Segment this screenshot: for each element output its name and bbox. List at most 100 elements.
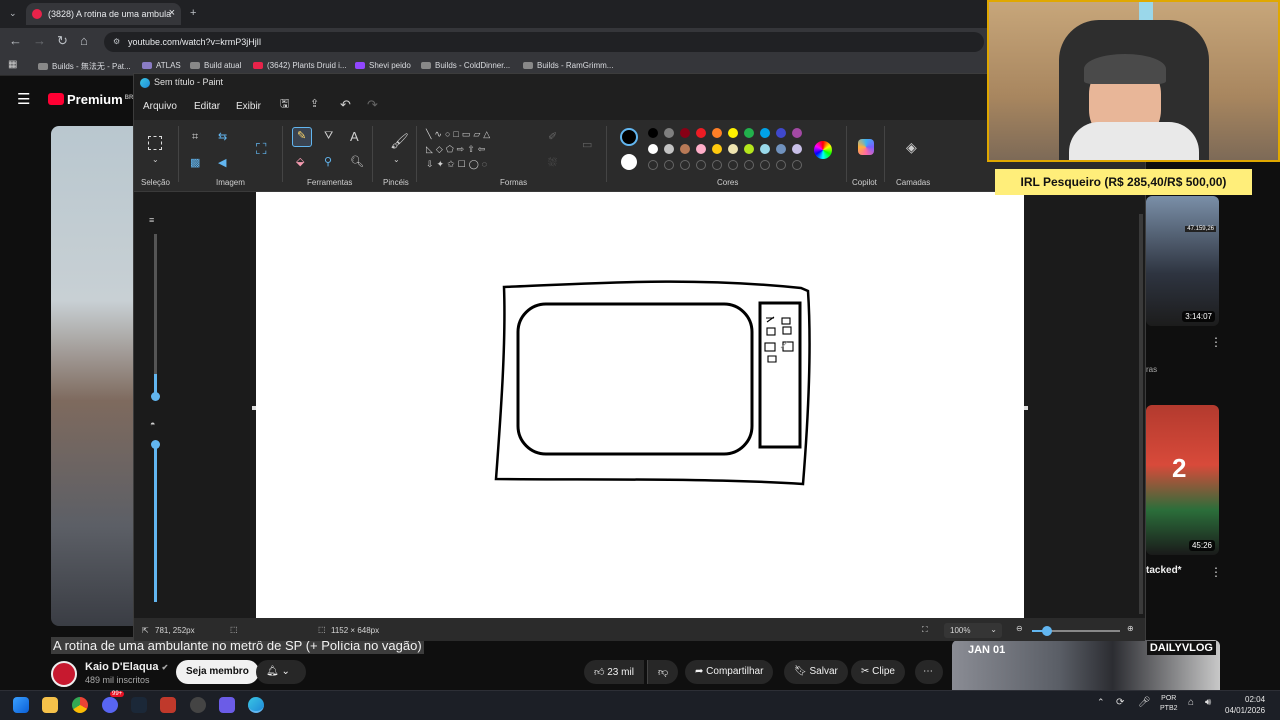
recommended-thumbnail[interactable]: 47.159,26 3:14:07 <box>1146 196 1219 326</box>
chrome-icon[interactable] <box>72 697 88 713</box>
color-swatch[interactable] <box>760 144 770 154</box>
discord-icon[interactable]: 99+ <box>102 691 125 713</box>
youtube-premium-logo[interactable]: Premium BR <box>48 92 133 107</box>
color-swatch[interactable] <box>648 128 658 138</box>
crop-icon[interactable]: ⌗ <box>192 132 198 143</box>
color-swatch[interactable] <box>712 128 722 138</box>
custom-color-slot[interactable] <box>648 160 658 170</box>
custom-color-slot[interactable] <box>728 160 738 170</box>
zoom-out-icon[interactable]: ⊖ <box>1016 624 1023 633</box>
share-icon[interactable]: ⇪ <box>310 99 319 110</box>
zoom-in-icon[interactable]: ⊕ <box>1127 624 1134 633</box>
tab-list-icon[interactable]: ⌄ <box>9 9 17 18</box>
color-swatch[interactable] <box>792 144 802 154</box>
layers-icon[interactable]: ◈ <box>906 140 917 154</box>
shapes-gallery[interactable]: ╲∿○□▭▱△ ◺◇⬠⇨⇧⇦ ⇩✦✩☐◯◌ <box>426 127 532 177</box>
obs-icon[interactable] <box>190 697 206 713</box>
more-options-icon[interactable]: ⋮ <box>1210 336 1222 348</box>
edit-colors-icon[interactable] <box>814 141 832 159</box>
color-swatch[interactable] <box>760 128 770 138</box>
color-swatch[interactable] <box>712 144 722 154</box>
color-swatch[interactable] <box>776 144 786 154</box>
reload-icon[interactable]: ↻ <box>57 33 68 49</box>
browser-tab[interactable]: (3828) A rotina de uma ambula × <box>26 3 181 25</box>
fill-style-icon[interactable]: ⛆ <box>548 158 557 169</box>
color-swatch[interactable] <box>696 128 706 138</box>
color-swatch[interactable] <box>728 128 738 138</box>
color-swatch[interactable] <box>728 144 738 154</box>
notification-bell-button[interactable]: 🔔︎ ⌄ <box>256 660 306 684</box>
like-button[interactable]: 👍︎ 23 mil <box>584 660 644 684</box>
opacity-slider-thumb[interactable] <box>151 440 160 449</box>
omnibox[interactable]: ⚙ youtube.com/watch?v=krmP3jHjlI <box>104 32 984 52</box>
brush-icon[interactable]: 🖌︎ <box>390 134 409 149</box>
color-swatch[interactable] <box>680 128 690 138</box>
selection-tool-icon[interactable] <box>148 136 162 150</box>
steam-icon[interactable] <box>131 697 147 713</box>
channel-avatar[interactable] <box>51 661 77 687</box>
color-swatch[interactable] <box>680 144 690 154</box>
new-tab-icon[interactable]: + <box>190 8 196 19</box>
fit-to-window-icon[interactable]: ⛶ <box>922 625 928 635</box>
undo-icon[interactable]: ↶ <box>340 98 351 111</box>
size-slider-track[interactable] <box>154 234 157 394</box>
custom-color-slot[interactable] <box>792 160 802 170</box>
outline-icon[interactable]: ✐ <box>548 132 557 143</box>
video-player[interactable] <box>51 126 133 626</box>
bookmark-item[interactable]: Build atual <box>190 61 241 70</box>
color-swatch[interactable] <box>664 144 674 154</box>
sync-icon[interactable]: ⟳ <box>1116 698 1124 708</box>
size-slider-thumb[interactable] <box>151 392 160 401</box>
back-icon[interactable]: ← <box>9 33 22 48</box>
zoom-dropdown[interactable]: 100% ⌄ <box>944 623 1002 638</box>
opacity-slider-track[interactable] <box>154 444 157 602</box>
custom-color-slot[interactable] <box>760 160 770 170</box>
forward-icon[interactable]: → <box>33 33 46 48</box>
custom-color-slot[interactable] <box>776 160 786 170</box>
paint-taskbar-icon[interactable] <box>248 697 264 713</box>
rotate-icon[interactable]: ◀ <box>218 158 226 169</box>
clip-button[interactable]: ✂ Clipe <box>851 660 905 684</box>
color-swatch[interactable] <box>696 144 706 154</box>
menu-exibir[interactable]: Exibir <box>236 101 261 112</box>
color-swatch[interactable] <box>664 128 674 138</box>
close-tab-icon[interactable]: × <box>169 7 175 19</box>
menu-hamburger-icon[interactable]: ☰ <box>17 92 30 107</box>
network-icon[interactable]: ⌂ <box>1188 698 1194 708</box>
custom-color-slot[interactable] <box>712 160 722 170</box>
copilot-icon[interactable] <box>858 139 874 155</box>
eraser-icon[interactable]: ⬙ <box>296 157 304 168</box>
redo-icon[interactable]: ↷ <box>367 98 378 111</box>
input-language[interactable]: POR PTB2 <box>1160 694 1178 714</box>
menu-editar[interactable]: Editar <box>194 101 220 112</box>
color-picker-icon[interactable]: ⚲ <box>324 157 332 168</box>
file-explorer-icon[interactable] <box>42 697 58 713</box>
custom-color-slot[interactable] <box>696 160 706 170</box>
custom-color-slot[interactable] <box>744 160 754 170</box>
shape-size-icon[interactable]: ▭ <box>582 140 592 151</box>
chevron-down-icon[interactable]: ⌄ <box>152 156 159 164</box>
color-swatch[interactable] <box>776 128 786 138</box>
drawing-canvas[interactable] <box>256 192 1024 618</box>
apps-grid-icon[interactable]: ▦ <box>8 60 17 70</box>
pencil-tool-button[interactable]: ✎ <box>292 127 312 147</box>
share-button[interactable]: ➦ Compartilhar <box>685 660 774 684</box>
site-info-icon[interactable]: ⚙ <box>113 37 120 46</box>
bookmark-item[interactable]: Builds - 無法无 - Pat... <box>38 61 131 72</box>
color-swatch[interactable] <box>792 128 802 138</box>
grid-app-icon[interactable] <box>219 697 235 713</box>
home-icon[interactable]: ⌂ <box>80 33 88 48</box>
image-tools-icon[interactable]: ⛶ <box>256 142 267 157</box>
tray-overflow-icon[interactable]: ⌃ <box>1097 698 1105 707</box>
more-options-icon[interactable]: ⋮ <box>1210 566 1222 578</box>
zoom-slider-thumb[interactable] <box>1042 626 1052 636</box>
save-button[interactable]: 🔖︎ Salvar <box>784 660 848 684</box>
menu-arquivo[interactable]: Arquivo <box>143 101 177 112</box>
save-icon[interactable]: 🖫 <box>280 99 289 110</box>
bookmark-item[interactable]: Builds - RamGrimm... <box>523 61 613 70</box>
secondary-color-swatch[interactable] <box>621 154 637 170</box>
chevron-down-icon[interactable]: ⌄ <box>393 156 400 164</box>
select-all-icon[interactable]: ▩ <box>190 158 200 169</box>
bookmark-item[interactable]: ATLAS <box>142 61 181 70</box>
custom-color-slot[interactable] <box>680 160 690 170</box>
